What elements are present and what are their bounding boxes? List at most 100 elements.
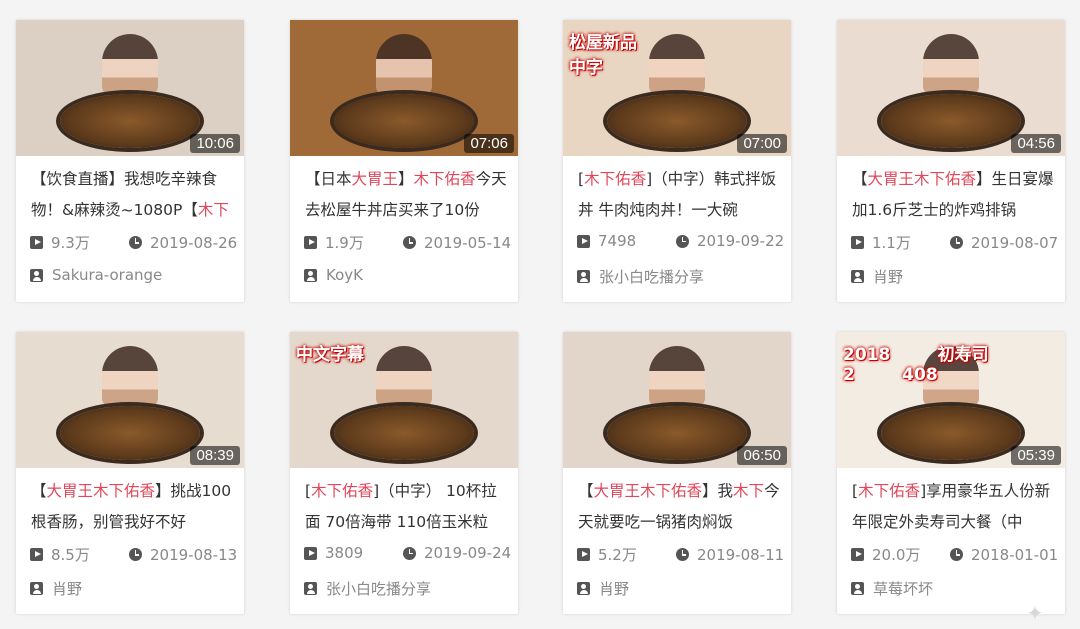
video-author[interactable]: 肖野 — [577, 578, 629, 599]
thumbnail-caption: 松屋新品 中字 — [569, 33, 637, 78]
video-meta: 7498 2019-09-22 — [577, 232, 784, 250]
author-name: Sakura-orange — [52, 266, 163, 284]
clock-icon — [129, 236, 142, 249]
view-count: 5.2万 — [598, 546, 637, 564]
upload-date: 2019-08-11 — [697, 545, 785, 564]
view-count: 7498 — [598, 232, 637, 250]
thumbnail-food — [334, 406, 474, 460]
clock-icon — [403, 546, 416, 560]
user-icon — [304, 268, 317, 282]
author-name: 肖野 — [599, 580, 630, 598]
video-author[interactable]: 张小白吃播分享 — [577, 266, 704, 287]
upload-date: 2019-08-13 — [150, 545, 238, 564]
user-icon — [577, 582, 590, 595]
title-text: 【日本 — [305, 170, 352, 188]
video-card[interactable]: 中文字幕 [木下佑香]（中字） 10杯拉面 70倍海带 110倍玉米粒 3809 20… — [290, 332, 518, 614]
thumbnail-person — [923, 34, 979, 96]
video-card[interactable]: 06:50 【大胃王木下佑香】我木下今天就要吃一锅猪肉焖饭 5.2万 2019-08-… — [563, 332, 791, 614]
video-card[interactable]: 04:56 【大胃王木下佑香】生日宴爆加1.6斤芝士的炸鸡排锅 1.1万 2019-0… — [837, 20, 1065, 302]
video-author[interactable]: 肖野 — [30, 578, 82, 599]
title-highlight: 木下佑香 — [858, 482, 921, 500]
thumbnail-caption: 中文字幕 — [296, 345, 364, 365]
title-highlight: 大胃王木下佑香 — [867, 170, 977, 188]
thumbnail-food — [60, 406, 200, 460]
video-title[interactable]: [木下佑香]（中字）韩式拌饭丼 牛肉炖肉丼！一大碗 — [578, 164, 783, 226]
title-text: 【 — [852, 170, 868, 188]
video-duration: 07:06 — [464, 134, 514, 153]
video-meta: 9.3万 2019-08-26 — [30, 232, 237, 253]
clock-icon — [676, 548, 689, 561]
video-thumbnail[interactable]: 中文字幕 — [290, 332, 518, 468]
title-highlight: 大胃王木下佑香 — [593, 482, 703, 500]
thumbnail-food — [607, 406, 747, 460]
title-highlight: 木下佑香 — [311, 482, 374, 500]
video-author[interactable]: KoyK — [304, 266, 363, 284]
user-icon — [304, 582, 317, 595]
title-highlight: 木下 — [733, 482, 765, 500]
video-thumbnail[interactable]: 08:39 — [16, 332, 244, 468]
title-highlight: 大胃王木下佑香 — [46, 482, 156, 500]
watermark-icon: ✦ — [1026, 601, 1044, 625]
video-card[interactable]: 10:06 【饮食直播】我想吃辛辣食物！&麻辣烫~1080P【木下 9.3万 2019… — [16, 20, 244, 302]
view-count: 1.1万 — [872, 234, 911, 252]
author-name: 草莓坏坏 — [873, 580, 934, 598]
upload-date: 2019-05-14 — [424, 233, 512, 252]
video-thumbnail[interactable]: 06:50 — [563, 332, 791, 468]
upload-date: 2019-08-07 — [971, 233, 1059, 252]
video-thumbnail[interactable]: 07:06 — [290, 20, 518, 156]
thumbnail-food — [607, 94, 747, 148]
thumbnail-person — [102, 34, 158, 96]
upload-date: 2018-01-01 — [971, 545, 1059, 564]
video-title[interactable]: 【饮食直播】我想吃辛辣食物！&麻辣烫~1080P【木下 — [31, 164, 236, 226]
video-author[interactable]: Sakura-orange — [30, 266, 162, 284]
video-duration: 06:50 — [737, 446, 787, 465]
video-card[interactable]: 07:06 【日本大胃王】木下佑香今天去松屋牛丼店买来了10份 1.9万 2019-0… — [290, 20, 518, 302]
title-highlight: 木下佑香 — [413, 170, 476, 188]
thumbnail-caption: 2018 初寿司 2 408 — [843, 345, 989, 385]
author-name: 肖野 — [52, 580, 83, 598]
thumbnail-food — [334, 94, 474, 148]
video-title[interactable]: [木下佑香]享用豪华五人份新年限定外卖寿司大餐（中 — [852, 476, 1057, 538]
title-text: 【饮食直播】我想吃辛辣食物！&麻辣烫~1080P【 — [31, 170, 218, 219]
video-meta: 8.5万 2019-08-13 — [30, 544, 237, 565]
video-thumbnail[interactable]: 2018 初寿司 2 408 05:39 — [837, 332, 1065, 468]
video-title[interactable]: 【大胃王木下佑香】挑战100根香肠，别管我好不好 — [31, 476, 236, 538]
video-author[interactable]: 肖野 — [851, 266, 903, 287]
video-card[interactable]: 2018 初寿司 2 408 05:39 [木下佑香]享用豪华五人份新年限定外卖寿司… — [837, 332, 1065, 614]
clock-icon — [403, 236, 416, 249]
video-meta: 1.9万 2019-05-14 — [304, 232, 511, 253]
play-icon — [30, 236, 43, 249]
thumbnail-person — [102, 346, 158, 408]
video-thumbnail[interactable]: 松屋新品 中字 07:00 — [563, 20, 791, 156]
video-title[interactable]: [木下佑香]（中字） 10杯拉面 70倍海带 110倍玉米粒 — [305, 476, 510, 538]
thumbnail-person — [376, 34, 432, 96]
user-icon — [851, 270, 864, 283]
author-name: 张小白吃播分享 — [326, 580, 432, 598]
title-highlight: 大胃王 — [351, 170, 399, 188]
thumbnail-person — [649, 34, 705, 96]
video-title[interactable]: 【大胃王木下佑香】生日宴爆加1.6斤芝士的炸鸡排锅 — [852, 164, 1057, 226]
upload-date: 2019-08-26 — [150, 233, 238, 252]
title-highlight: 木下 — [197, 201, 229, 219]
play-icon — [851, 236, 864, 249]
video-title[interactable]: 【大胃王木下佑香】我木下今天就要吃一锅猪肉焖饭 — [578, 476, 783, 538]
video-duration: 04:56 — [1011, 134, 1061, 153]
clock-icon — [676, 234, 689, 248]
video-title[interactable]: 【日本大胃王】木下佑香今天去松屋牛丼店买来了10份 — [305, 164, 510, 226]
play-icon — [851, 548, 864, 561]
video-card[interactable]: 08:39 【大胃王木下佑香】挑战100根香肠，别管我好不好 8.5万 2019-08… — [16, 332, 244, 614]
view-count: 1.9万 — [325, 234, 364, 252]
author-name: 张小白吃播分享 — [599, 268, 705, 286]
video-meta: 5.2万 2019-08-11 — [577, 544, 784, 565]
video-duration: 05:39 — [1011, 446, 1061, 465]
play-icon — [577, 548, 590, 561]
video-thumbnail[interactable]: 04:56 — [837, 20, 1065, 156]
video-card[interactable]: 松屋新品 中字 07:00 [木下佑香]（中字）韩式拌饭丼 牛肉炖肉丼！一大碗 749… — [563, 20, 791, 302]
video-author[interactable]: 草莓坏坏 — [851, 578, 933, 599]
video-meta: 3809 2019-09-24 — [304, 544, 511, 562]
thumbnail-food — [881, 94, 1021, 148]
thumbnail-food — [60, 94, 200, 148]
video-duration: 10:06 — [190, 134, 240, 153]
video-author[interactable]: 张小白吃播分享 — [304, 578, 431, 599]
video-thumbnail[interactable]: 10:06 — [16, 20, 244, 156]
